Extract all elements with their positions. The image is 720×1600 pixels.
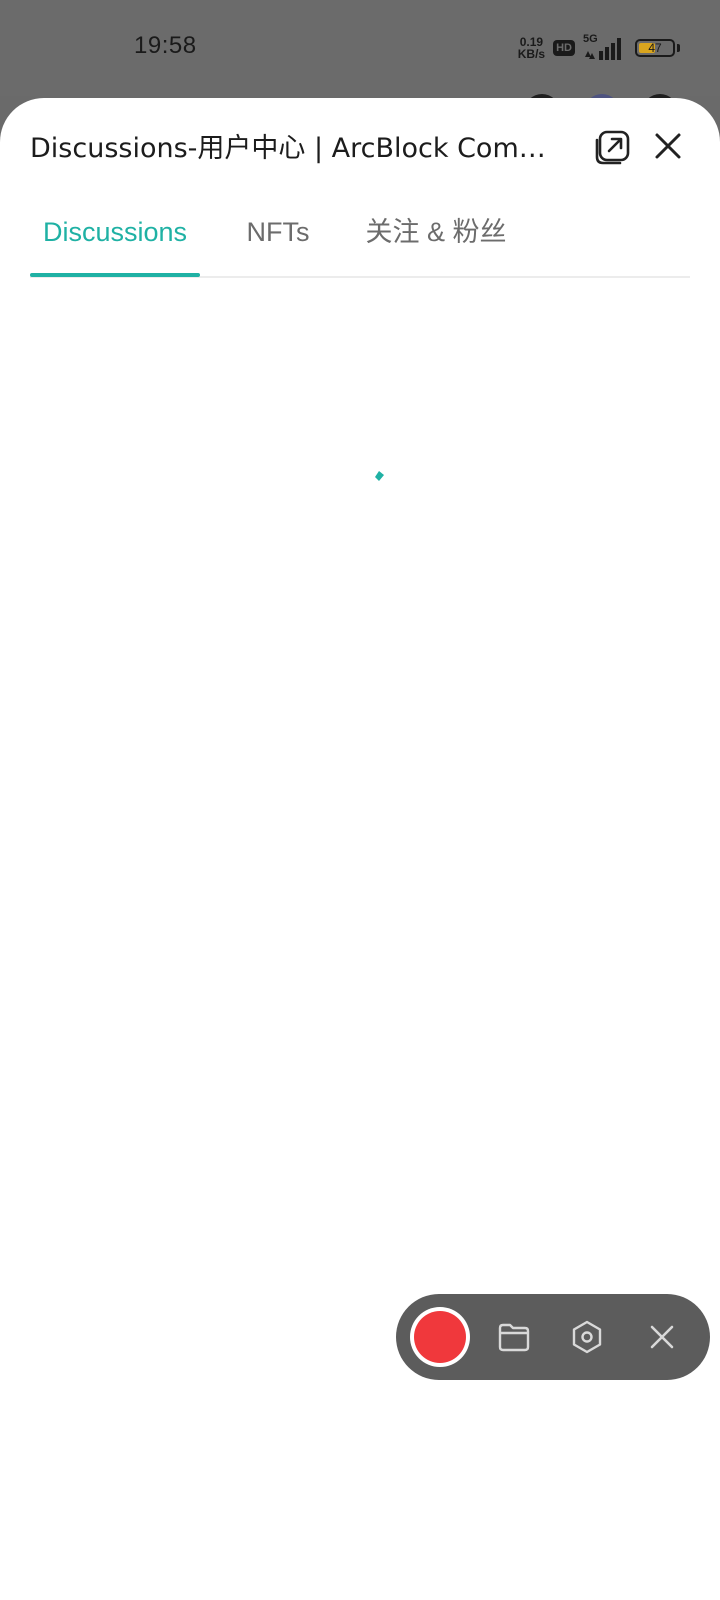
network-speed-unit: KB/s bbox=[517, 47, 546, 61]
open-in-new-icon[interactable] bbox=[594, 126, 634, 166]
hd-badge: HD bbox=[553, 40, 575, 56]
signal-icon: 5G bbox=[583, 33, 627, 61]
loading-spinner-icon bbox=[374, 466, 384, 481]
folder-icon[interactable] bbox=[496, 1319, 532, 1355]
network-type: 5G bbox=[583, 33, 598, 45]
settings-hex-icon[interactable] bbox=[569, 1319, 605, 1355]
tab-follow-fans[interactable]: 关注 & 粉丝 bbox=[364, 188, 508, 276]
tab-indicator bbox=[30, 273, 200, 277]
tab-discussions[interactable]: Discussions bbox=[30, 188, 200, 276]
record-icon[interactable] bbox=[410, 1307, 470, 1367]
page-title: Discussions-用户中心 | ArcBlock Comm… bbox=[30, 133, 550, 164]
close-icon[interactable] bbox=[644, 1319, 680, 1355]
close-icon[interactable] bbox=[648, 126, 688, 166]
tab-nfts[interactable]: NFTs bbox=[238, 188, 318, 276]
status-indicators: 0.19 KB/s HD 5G 47 bbox=[518, 33, 680, 63]
network-speed: 0.19 KB/s bbox=[518, 36, 545, 60]
tab-bar: Discussions NFTs 关注 & 粉丝 bbox=[30, 188, 690, 278]
screen-recorder-toolbar bbox=[396, 1294, 710, 1380]
battery-tip bbox=[677, 44, 680, 52]
battery-level: 47 bbox=[648, 41, 662, 55]
battery-icon: 47 bbox=[635, 39, 675, 57]
status-bar: 19:58 0.19 KB/s HD 5G 47 bbox=[0, 0, 720, 96]
status-time: 19:58 bbox=[134, 32, 197, 59]
